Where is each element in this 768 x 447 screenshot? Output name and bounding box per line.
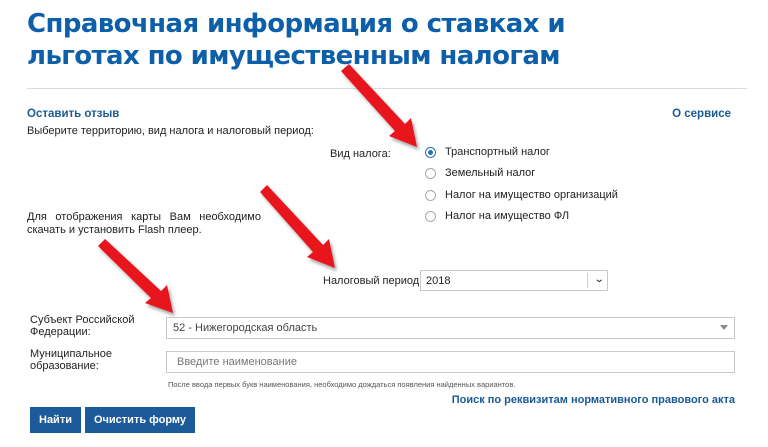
radio-label: Транспортный налог — [445, 146, 550, 158]
caret-down-icon[interactable] — [720, 325, 728, 330]
municipality-label: Муниципальное образование: — [30, 348, 112, 372]
radio-transport-tax[interactable]: Транспортный налог — [425, 144, 550, 160]
region-select[interactable]: 52 - Нижегородская область — [166, 317, 735, 339]
region-label: Субъект Российской Федерации: — [30, 314, 140, 338]
radio-empty-icon[interactable] — [425, 210, 436, 222]
form-intro: Выберите территорию, вид налога и налого… — [27, 125, 314, 137]
radio-label: Налог на имущество организаций — [445, 189, 618, 201]
radio-empty-icon[interactable] — [425, 167, 436, 179]
red-arrow-icon — [98, 239, 173, 313]
municipality-input[interactable] — [166, 351, 735, 373]
radio-selected-icon[interactable] — [425, 146, 436, 158]
region-value: 52 - Нижегородская область — [173, 322, 318, 334]
requisites-search-link[interactable]: Поиск по реквизитам нормативного правово… — [452, 394, 735, 406]
radio-individual-property-tax[interactable]: Налог на имущество ФЛ — [425, 208, 569, 224]
radio-organization-property-tax[interactable]: Налог на имущество организаций — [425, 187, 618, 203]
radio-label: Земельный налог — [445, 167, 536, 179]
radio-land-tax[interactable]: Земельный налог — [425, 165, 535, 181]
municipality-label-text: Муниципальное образование: — [30, 348, 112, 372]
flash-player-notice: Для отображения карты Вам необходимо ска… — [27, 211, 261, 236]
select-divider — [587, 273, 588, 288]
municipality-hint: После ввода первых букв наименования, не… — [168, 380, 516, 389]
tax-period-select[interactable]: 2018 ⌄ — [420, 270, 608, 291]
red-arrow-icon — [260, 185, 335, 268]
find-button[interactable]: Найти — [30, 407, 81, 433]
about-service-link[interactable]: О сервисе — [672, 108, 731, 120]
chevron-down-icon[interactable]: ⌄ — [593, 274, 604, 285]
red-arrow-icon — [341, 64, 417, 147]
radio-empty-icon[interactable] — [425, 189, 436, 201]
region-label-text: Субъект Российской Федерации: — [30, 314, 135, 338]
radio-label: Налог на имущество ФЛ — [445, 210, 570, 222]
tax-period-value: 2018 — [426, 275, 451, 287]
page-title: Справочная информация о ставках и льгота… — [27, 9, 566, 71]
clear-form-button[interactable]: Очистить форму — [85, 407, 195, 433]
tax-type-label: Вид налога: — [330, 148, 391, 160]
feedback-link[interactable]: Оставить отзыв — [27, 108, 119, 120]
title-divider — [27, 88, 747, 89]
tax-period-label: Налоговый период: — [323, 275, 423, 287]
